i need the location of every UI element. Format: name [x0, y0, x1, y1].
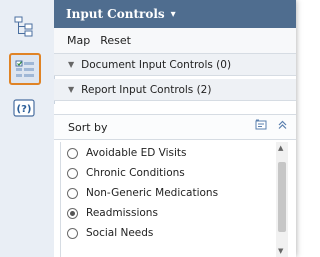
report-input-controls-section[interactable]: ▼ Report Input Controls (2) [54, 79, 296, 101]
filter-icon[interactable] [255, 119, 267, 130]
panel-title: Input Controls [66, 7, 165, 21]
menu-item-reset[interactable]: Reset [100, 34, 131, 47]
sort-control-panel: Sort by Avoidable ED Visits Chronic Cond [54, 104, 296, 257]
help-button[interactable]: (?) [12, 96, 36, 120]
collapse-triangle-icon: ▼ [68, 85, 75, 94]
document-section-label: Document Input Controls (0) [81, 58, 232, 71]
title-caret-icon: ▾ [170, 8, 176, 20]
input-controls-button[interactable] [9, 53, 41, 85]
option-label: Avoidable ED Visits [86, 147, 187, 159]
scroll-up-arrow-icon[interactable]: ▲ [278, 144, 283, 152]
option-chronic-conditions[interactable]: Chronic Conditions [67, 164, 185, 182]
option-label: Readmissions [86, 207, 158, 219]
radio-button[interactable] [67, 167, 78, 179]
option-avoidable-ed-visits[interactable]: Avoidable ED Visits [67, 144, 187, 162]
panel-header[interactable]: Input Controls ▾ [54, 0, 296, 28]
help-icon: (?) [13, 99, 35, 117]
option-non-generic-medications[interactable]: Non-Generic Medications [67, 184, 218, 202]
option-social-needs[interactable]: Social Needs [67, 224, 153, 242]
collapse-up-icon[interactable] [277, 119, 288, 130]
options-scrollbar[interactable]: ▲ ▼ [276, 142, 288, 257]
menu-item-map[interactable]: Map [67, 34, 90, 47]
report-section-label: Report Input Controls (2) [81, 83, 212, 96]
option-label: Non-Generic Medications [86, 187, 219, 199]
sort-options-list: Avoidable ED Visits Chronic Conditions N… [60, 142, 291, 257]
scrollbar-thumb[interactable] [278, 162, 286, 232]
option-label: Social Needs [86, 227, 154, 239]
sort-by-label: Sort by [68, 120, 108, 134]
input-controls-window: (?) Input Controls ▾ Map Reset ▼ Documen… [0, 0, 296, 257]
navigation-map-button[interactable] [12, 14, 36, 38]
side-icon-rail: (?) [0, 0, 55, 257]
radio-button[interactable] [67, 187, 78, 199]
radio-button[interactable] [67, 227, 78, 239]
scroll-down-arrow-icon[interactable]: ▼ [278, 247, 283, 255]
radio-button-selected[interactable] [67, 207, 78, 219]
radio-button[interactable] [67, 147, 78, 159]
input-controls-icon [15, 60, 34, 77]
panel-menu-bar: Map Reset [54, 28, 296, 54]
document-input-controls-section[interactable]: ▼ Document Input Controls (0) [54, 54, 296, 76]
svg-text:(?): (?) [17, 104, 32, 115]
option-readmissions[interactable]: Readmissions [67, 204, 158, 222]
collapse-triangle-icon: ▼ [68, 60, 75, 69]
sort-tools [255, 119, 288, 130]
navigation-map-icon [14, 16, 33, 37]
sort-by-header: Sort by [54, 114, 296, 140]
option-label: Chronic Conditions [86, 167, 185, 179]
